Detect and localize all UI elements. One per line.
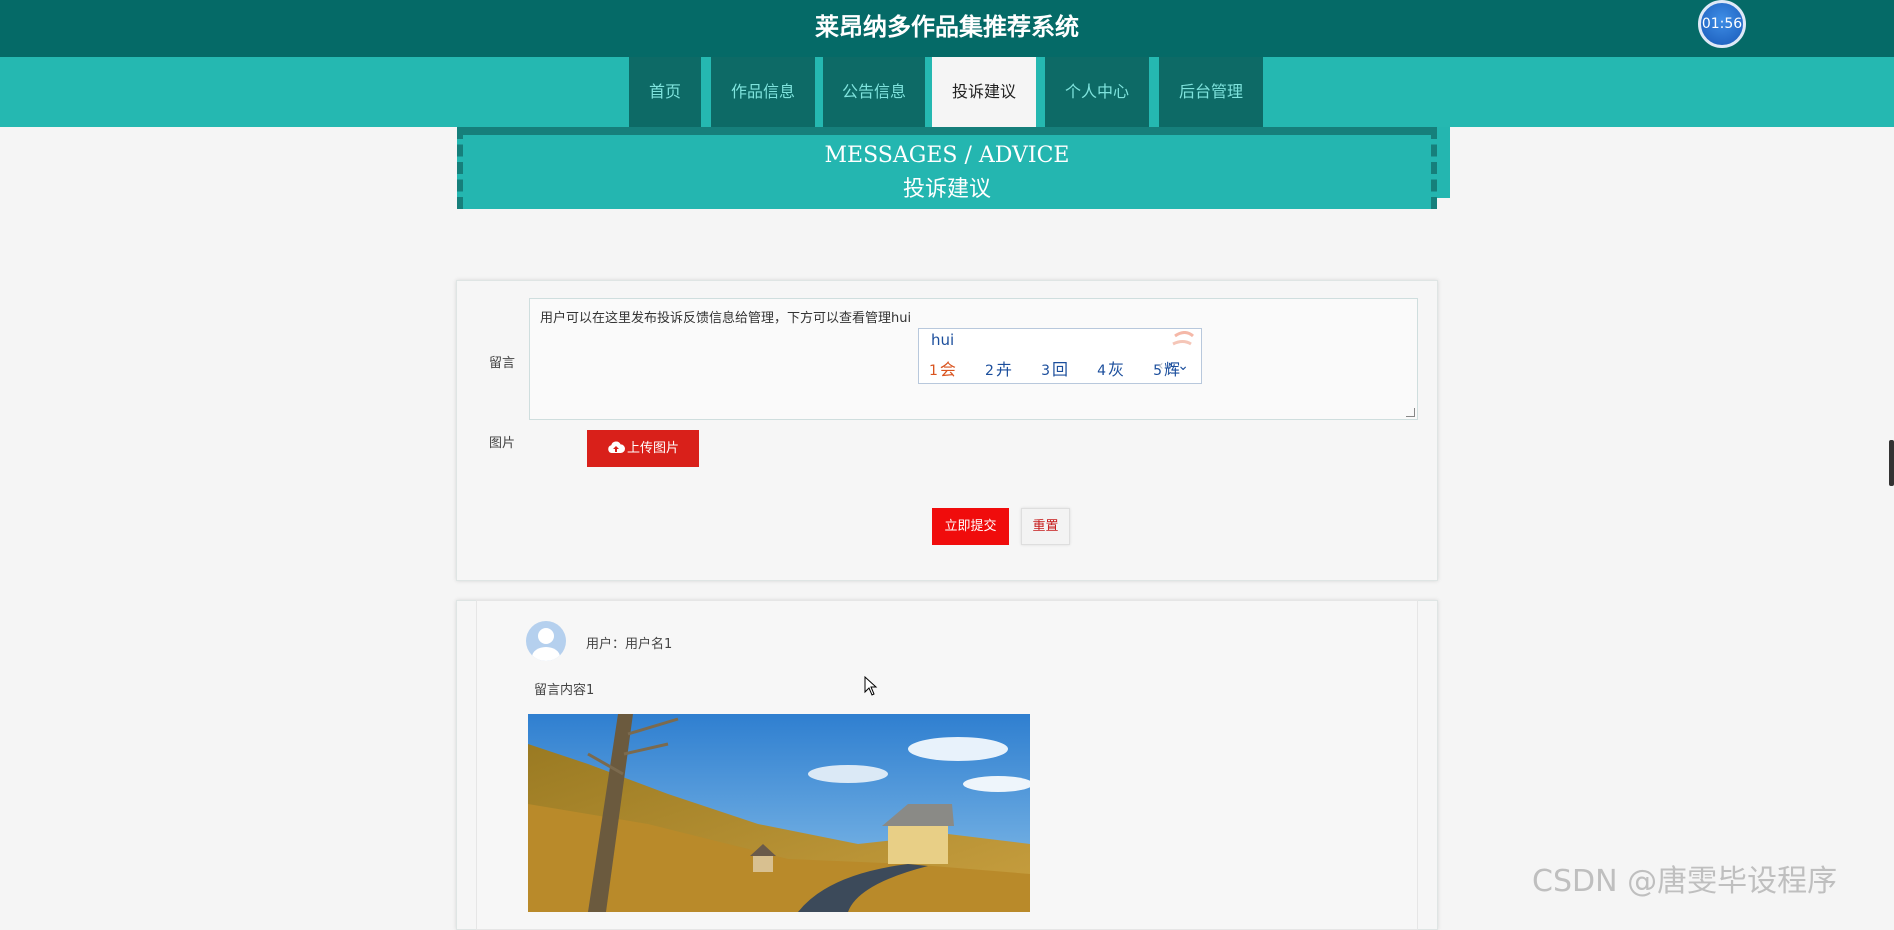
recording-timer: 01:56 (1698, 0, 1746, 48)
nav-home[interactable]: 首页 (629, 57, 701, 127)
resize-handle[interactable] (1406, 408, 1415, 417)
ime-next-icon[interactable]: › (1168, 358, 1178, 374)
message-content: 留言内容1 (534, 683, 595, 698)
ime-page-controls[interactable]: ‹›⌄ (1158, 358, 1193, 374)
nav-personal-center[interactable]: 个人中心 (1045, 57, 1149, 127)
landscape-photo (528, 714, 1030, 912)
banner-title-cn: 投诉建议 (902, 177, 991, 202)
banner-tail (1437, 127, 1450, 198)
ime-candidate-2[interactable]: 2卉 (985, 360, 1024, 379)
scrollbar-thumb[interactable] (1889, 440, 1894, 486)
message-user: 用户：用户名1 (586, 637, 673, 652)
ime-logo-icon (1172, 331, 1194, 346)
ime-candidate-popup: hui 1会 2卉 3回 4灰 5辉 ‹›⌄ (918, 328, 1202, 384)
nav-announcements[interactable]: 公告信息 (823, 57, 925, 127)
ime-candidate-1[interactable]: 1会 (929, 360, 968, 379)
cloud-upload-icon (608, 441, 625, 453)
submit-button[interactable]: 立即提交 (932, 508, 1009, 545)
ime-prev-icon[interactable]: ‹ (1158, 358, 1168, 374)
ime-candidate-3[interactable]: 3回 (1041, 360, 1080, 379)
message-label: 留言 (489, 356, 516, 371)
banner-title-en: MESSAGES / ADVICE (824, 143, 1070, 168)
upload-image-button[interactable]: 上传图片 (587, 430, 699, 467)
ime-expand-icon[interactable]: ⌄ (1177, 358, 1193, 374)
user-avatar-icon (532, 628, 560, 661)
nav-admin[interactable]: 后台管理 (1159, 57, 1263, 127)
mouse-pointer-icon (864, 676, 878, 696)
nav-works[interactable]: 作品信息 (711, 57, 815, 127)
message-text: 用户可以在这里发布投诉反馈信息给管理，下方可以查看管理hui (540, 311, 912, 326)
site-title: 莱昂纳多作品集推荐系统 (815, 13, 1079, 41)
image-label: 图片 (489, 436, 516, 451)
ime-input-text: hui (931, 331, 955, 349)
csdn-watermark: CSDN @唐雯毕设程序 (1532, 864, 1838, 899)
message-image (528, 714, 1030, 912)
nav-complaints[interactable]: 投诉建议 (932, 57, 1036, 127)
reset-button[interactable]: 重置 (1021, 508, 1070, 545)
ime-candidate-4[interactable]: 4灰 (1097, 360, 1136, 379)
avatar (526, 621, 566, 661)
